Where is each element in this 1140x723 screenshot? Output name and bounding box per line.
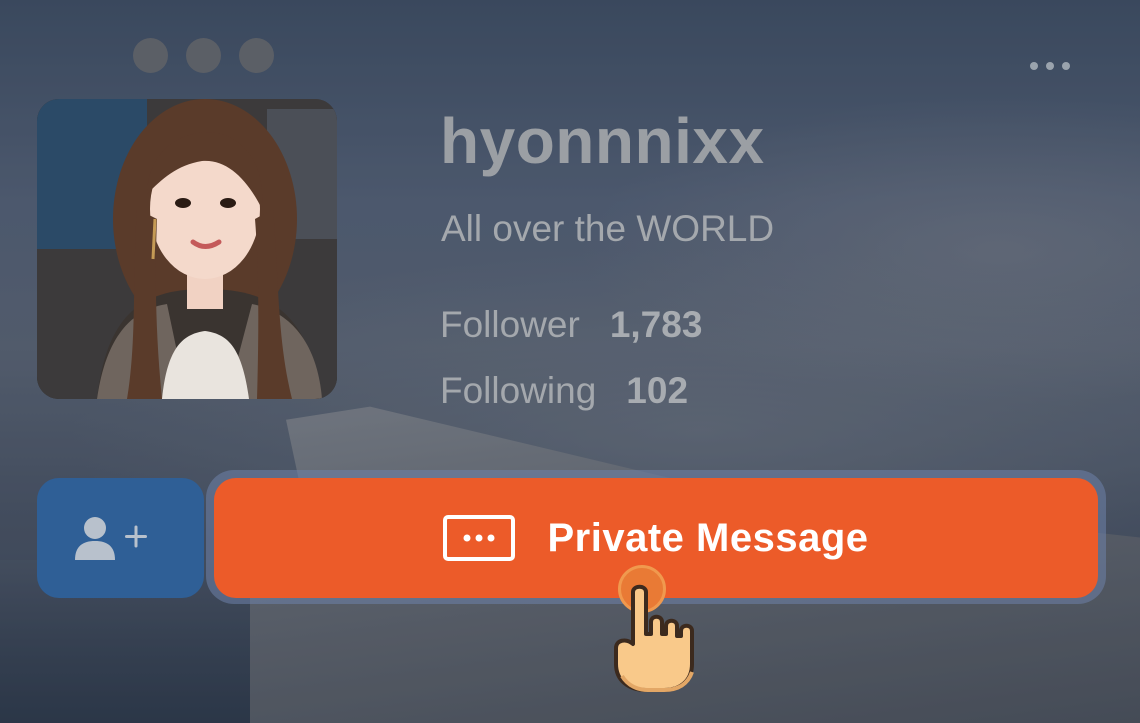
window-control-dot[interactable] xyxy=(133,38,168,73)
window-controls xyxy=(133,38,274,73)
avatar[interactable] xyxy=(37,99,337,399)
bio-text: All over the WORLD xyxy=(441,208,775,249)
username: hyonnnixx xyxy=(440,105,765,177)
follower-count: 1,783 xyxy=(609,304,703,345)
following-count: 102 xyxy=(626,370,689,411)
add-user-icon xyxy=(74,517,147,560)
follower-stat[interactable]: Follower 1,783 xyxy=(440,304,702,346)
pointing-hand-icon xyxy=(614,584,694,692)
chat-bubble-icon xyxy=(443,515,516,561)
more-options-icon[interactable] xyxy=(1030,62,1070,70)
window-control-dot[interactable] xyxy=(239,38,274,73)
follow-button[interactable] xyxy=(37,478,204,598)
window-control-dot[interactable] xyxy=(186,38,221,73)
following-stat[interactable]: Following 102 xyxy=(440,370,688,412)
following-label: Following xyxy=(440,370,597,411)
follower-label: Follower xyxy=(440,304,580,345)
private-message-label: Private Message xyxy=(547,515,869,560)
avatar-photo xyxy=(37,99,337,399)
